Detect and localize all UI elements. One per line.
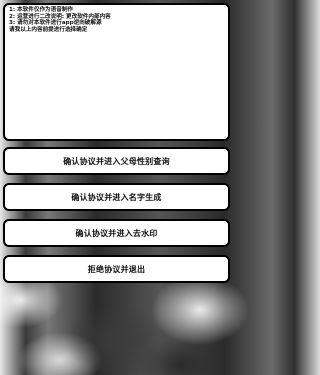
decline-exit-button[interactable]: 拒绝协议并退出 (3, 255, 230, 283)
name-generator-label: 确认协议并进入名字生成 (71, 192, 162, 202)
gender-query-button[interactable]: 确认协议并进入父母性别查询 (3, 147, 230, 175)
notice-line-4: 请我以上内容前提进行选择确定 (9, 26, 88, 33)
gender-query-label: 确认协议并进入父母性别查询 (63, 156, 170, 166)
notice-line-3: 3: 请勿对本软件进行app逆向破解源 (9, 20, 102, 27)
decline-exit-label: 拒绝协议并退出 (87, 264, 146, 274)
agreement-notice-panel: 1: 本软件仅作为语音制作 2: 运营进行二改说明: 更改软件内部内容 3: 请… (3, 3, 230, 141)
watermark-remover-button[interactable]: 确认协议并进入去水印 (3, 219, 230, 247)
watermark-remover-label: 确认协议并进入去水印 (75, 228, 158, 238)
name-generator-button[interactable]: 确认协议并进入名字生成 (3, 183, 230, 211)
notice-line-1: 1: 本软件仅作为语音制作 (9, 7, 74, 13)
